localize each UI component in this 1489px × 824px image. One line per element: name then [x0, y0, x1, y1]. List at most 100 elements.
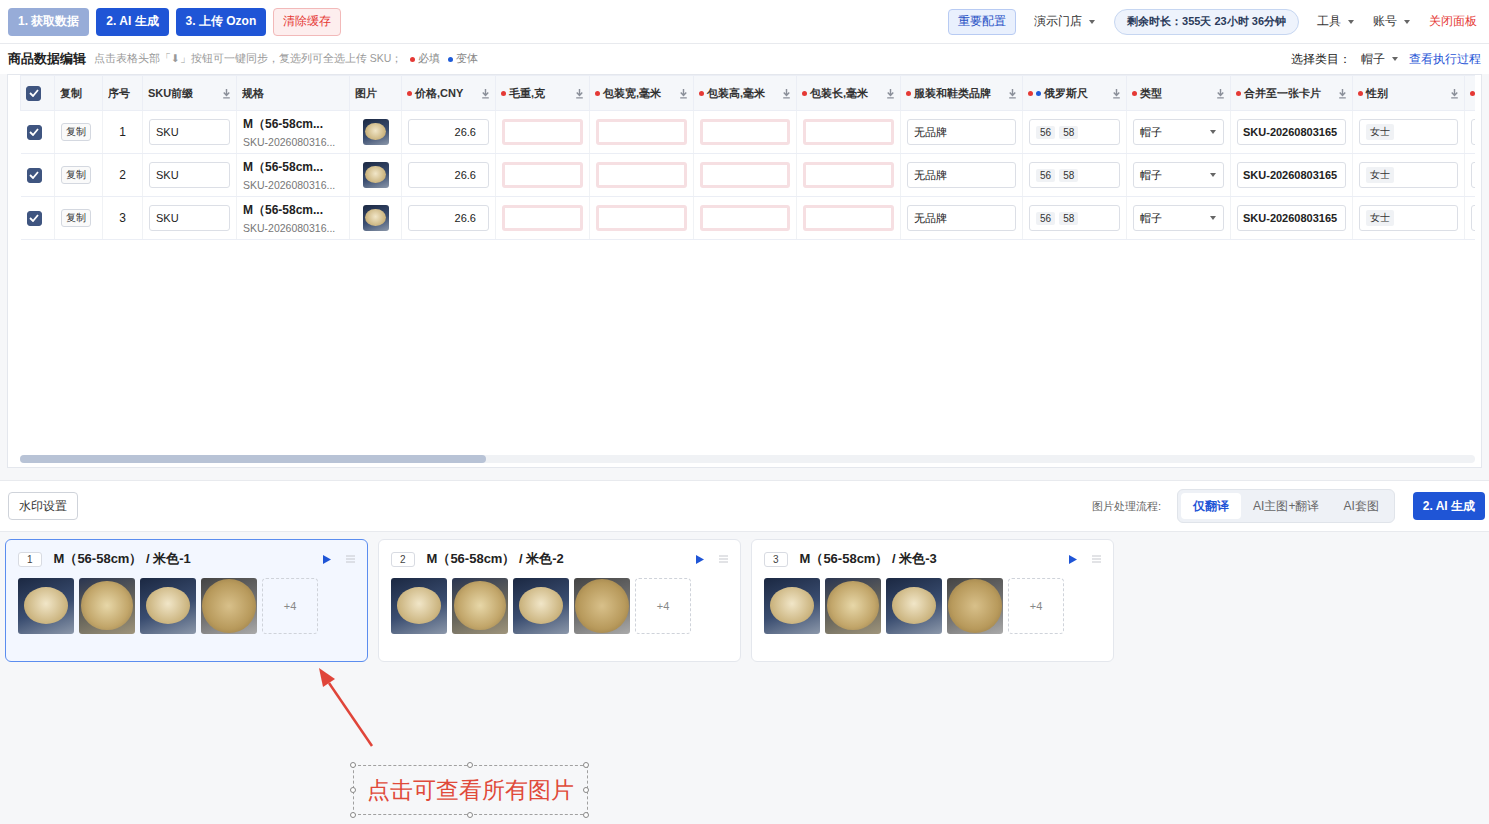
cell-input[interactable]: 无品牌: [907, 162, 1016, 188]
cell-input[interactable]: [803, 205, 894, 231]
log-link[interactable]: 查看执行过程: [1409, 51, 1481, 68]
cell-input[interactable]: [502, 162, 583, 188]
cell-input[interactable]: SKU: [149, 119, 230, 145]
sync-button[interactable]: [222, 88, 231, 99]
sync-down-icon[interactable]: [782, 88, 791, 99]
drag-handle-icon[interactable]: [1092, 555, 1101, 563]
watermark-button[interactable]: 水印设置: [8, 492, 78, 520]
cell-input[interactable]: [700, 119, 790, 145]
close-panel-link[interactable]: 关闭面板: [1429, 13, 1477, 30]
tag-field[interactable]: 女士: [1359, 205, 1458, 231]
scrollbar-thumb[interactable]: [20, 455, 486, 463]
image-thumbnail[interactable]: [140, 578, 196, 634]
product-thumbnail[interactable]: [363, 205, 389, 231]
cell-input[interactable]: 26.6: [408, 119, 489, 145]
product-thumbnail[interactable]: [363, 162, 389, 188]
cell-input[interactable]: [596, 162, 687, 188]
sync-button[interactable]: [575, 88, 584, 99]
image-thumbnail[interactable]: [79, 578, 135, 634]
sync-down-icon[interactable]: [886, 88, 895, 99]
copy-button[interactable]: 复制: [61, 166, 91, 184]
copy-button[interactable]: 复制: [61, 123, 91, 141]
cell-input[interactable]: [700, 162, 790, 188]
image-thumbnail[interactable]: [764, 578, 820, 634]
tag-field[interactable]: 女士: [1359, 119, 1458, 145]
cell-input[interactable]: [1471, 162, 1475, 188]
cell-input[interactable]: 26.6: [408, 205, 489, 231]
tag-field[interactable]: 5658: [1029, 119, 1120, 145]
cell-input[interactable]: SKU: [149, 205, 230, 231]
cell-input[interactable]: SKU-20260803165: [1237, 162, 1346, 188]
play-icon[interactable]: [322, 554, 332, 565]
category-select[interactable]: 帽子: [1361, 51, 1399, 68]
sync-down-icon[interactable]: [222, 88, 231, 99]
row-checkbox[interactable]: [27, 125, 42, 140]
cell-input[interactable]: 26.6: [408, 162, 489, 188]
type-select[interactable]: 帽子: [1133, 119, 1224, 145]
sync-button[interactable]: [782, 88, 791, 99]
toolbar-menu[interactable]: 账号: [1373, 13, 1411, 30]
image-thumbnail[interactable]: [886, 578, 942, 634]
flow-option[interactable]: AI主图+翻译: [1241, 493, 1331, 519]
ai-generate-button[interactable]: 2. AI 生成: [1413, 492, 1485, 520]
product-thumbnail[interactable]: [363, 119, 389, 145]
cell-input[interactable]: 无品牌: [907, 205, 1016, 231]
toolbar-button[interactable]: 清除缓存: [273, 8, 341, 36]
more-images[interactable]: +4: [635, 578, 691, 634]
flow-option[interactable]: 仅翻译: [1181, 493, 1241, 519]
tag-field[interactable]: 5658: [1029, 162, 1120, 188]
select-all-checkbox[interactable]: [26, 86, 41, 101]
sync-down-icon[interactable]: [679, 88, 688, 99]
cell-input[interactable]: SKU: [149, 162, 230, 188]
image-thumbnail[interactable]: [513, 578, 569, 634]
cell-input[interactable]: [1471, 205, 1475, 231]
sync-down-icon[interactable]: [575, 88, 584, 99]
toolbar-menu[interactable]: 工具: [1317, 13, 1355, 30]
store-select[interactable]: 演示门店: [1034, 13, 1096, 30]
row-checkbox[interactable]: [27, 168, 42, 183]
more-images[interactable]: +4: [262, 578, 318, 634]
sync-button[interactable]: [886, 88, 895, 99]
sync-down-icon[interactable]: [1450, 88, 1459, 99]
image-thumbnail[interactable]: [201, 578, 257, 634]
image-card[interactable]: 3M（56-58cm） / 米色-3+4: [751, 539, 1114, 662]
image-card[interactable]: 2M（56-58cm） / 米色-2+4: [378, 539, 741, 662]
cell-input[interactable]: [502, 119, 583, 145]
image-thumbnail[interactable]: [391, 578, 447, 634]
image-thumbnail[interactable]: [947, 578, 1003, 634]
sync-down-icon[interactable]: [481, 88, 490, 99]
type-select[interactable]: 帽子: [1133, 205, 1224, 231]
config-button[interactable]: 重要配置: [948, 9, 1016, 35]
toolbar-button[interactable]: 2. AI 生成: [96, 8, 168, 36]
cell-input[interactable]: 无品牌: [907, 119, 1016, 145]
toolbar-button[interactable]: 3. 上传 Ozon: [176, 8, 267, 36]
play-icon[interactable]: [1068, 554, 1078, 565]
sync-down-icon[interactable]: [1338, 88, 1347, 99]
row-checkbox[interactable]: [27, 211, 42, 226]
sync-button[interactable]: [1338, 88, 1347, 99]
drag-handle-icon[interactable]: [346, 555, 355, 563]
sync-button[interactable]: [481, 88, 490, 99]
sync-down-icon[interactable]: [1008, 88, 1017, 99]
type-select[interactable]: 帽子: [1133, 162, 1224, 188]
cell-input[interactable]: [596, 205, 687, 231]
image-thumbnail[interactable]: [18, 578, 74, 634]
cell-input[interactable]: SKU-20260803165: [1237, 205, 1346, 231]
drag-handle-icon[interactable]: [719, 555, 728, 563]
sync-button[interactable]: [1008, 88, 1017, 99]
cell-input[interactable]: [700, 205, 790, 231]
copy-button[interactable]: 复制: [61, 209, 91, 227]
more-images[interactable]: +4: [1008, 578, 1064, 634]
cell-input[interactable]: [1471, 119, 1475, 145]
image-thumbnail[interactable]: [825, 578, 881, 634]
cell-input[interactable]: [803, 162, 894, 188]
sync-down-icon[interactable]: [1112, 88, 1121, 99]
cell-input[interactable]: [803, 119, 894, 145]
tag-field[interactable]: 女士: [1359, 162, 1458, 188]
sync-button[interactable]: [679, 88, 688, 99]
flow-option[interactable]: AI套图: [1331, 493, 1390, 519]
sync-down-icon[interactable]: [1216, 88, 1225, 99]
sync-button[interactable]: [1216, 88, 1225, 99]
sync-button[interactable]: [1450, 88, 1459, 99]
tag-field[interactable]: 5658: [1029, 205, 1120, 231]
